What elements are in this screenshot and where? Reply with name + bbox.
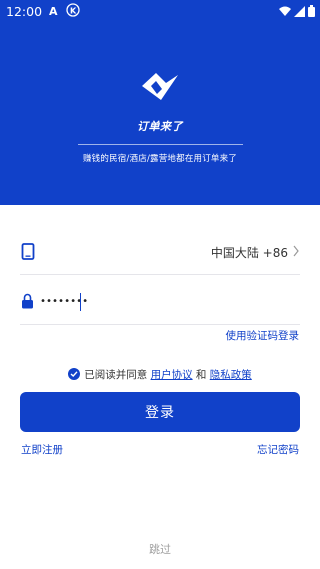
agreement-checkbox[interactable] <box>68 368 81 380</box>
password-input[interactable] <box>40 291 240 311</box>
login-button[interactable]: 登录 <box>20 392 300 432</box>
text-cursor <box>80 293 81 311</box>
a-notification-icon: A <box>48 4 62 21</box>
brand-divider <box>78 144 243 145</box>
chevron-right-icon <box>293 245 299 257</box>
status-time: 12:00 <box>6 4 43 19</box>
agreement-row: 已阅读并同意 用户协议 和 隐私政策 <box>0 367 320 382</box>
register-link[interactable]: 立即注册 <box>21 442 63 457</box>
lock-icon <box>22 293 33 309</box>
skip-button[interactable]: 跳过 <box>0 541 320 557</box>
agreement-prefix: 已阅读并同意 <box>84 369 148 381</box>
k-notification-icon: K <box>66 3 80 20</box>
region-code-selector[interactable]: 中国大陆 +86 <box>211 244 288 261</box>
battery-icon <box>308 5 315 20</box>
status-bar: 12:00 A K <box>0 0 320 24</box>
agreement-and: 和 <box>195 369 207 381</box>
app-logo-icon <box>142 73 178 100</box>
sms-login-link[interactable]: 使用验证码登录 <box>226 328 300 343</box>
svg-text:A: A <box>49 5 58 18</box>
signal-icon <box>294 5 305 20</box>
header-banner: 12:00 A K 订单来了 赚钱的民宿/酒店/露营地都在用订单来了 <box>0 0 320 205</box>
forgot-password-link[interactable]: 忘记密码 <box>257 442 299 457</box>
phone-icon <box>21 243 35 260</box>
brand-name: 订单来了 <box>137 120 183 133</box>
privacy-policy-link[interactable]: 隐私政策 <box>210 369 252 381</box>
password-field[interactable] <box>20 280 300 325</box>
user-agreement-link[interactable]: 用户协议 <box>151 369 193 381</box>
svg-text:K: K <box>70 7 77 16</box>
phone-field[interactable]: 中国大陆 +86 <box>20 230 300 275</box>
wifi-icon <box>279 6 291 20</box>
status-indicators <box>279 5 315 20</box>
brand-slogan: 赚钱的民宿/酒店/露营地都在用订单来了 <box>82 154 238 164</box>
